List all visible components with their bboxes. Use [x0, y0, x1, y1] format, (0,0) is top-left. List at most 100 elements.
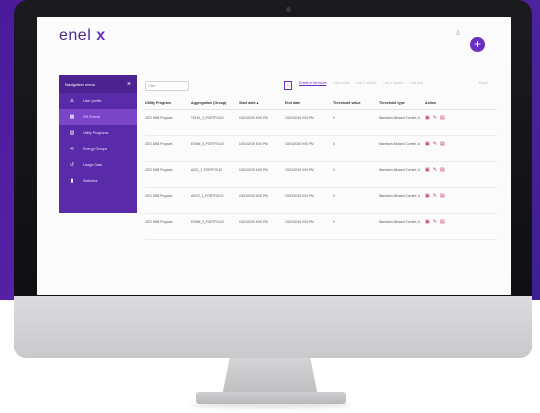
calendar-picker-icon[interactable]: ▢	[284, 81, 292, 90]
date-filters: Events in the future Last month Last 3 m…	[299, 81, 423, 85]
filter-last-month[interactable]: Last month	[333, 81, 349, 85]
cell-end: 10/24/2019 9:00 PM	[285, 194, 314, 198]
details-icon[interactable]: ▣	[425, 116, 430, 121]
cell-aggregation: TOHO_3_PORTFOLIO	[191, 116, 224, 120]
col-threshold-value[interactable]: Threshold value	[333, 101, 379, 105]
edit-icon[interactable]: ✎	[433, 194, 437, 199]
share-icon: ⋖	[69, 146, 75, 152]
cell-aggregation: ASVO_1_PORTFOLIO	[191, 194, 224, 198]
nav-title: Navigation menu	[65, 81, 96, 87]
account-icon[interactable]: ♙	[455, 29, 461, 37]
nav-header: Navigation menu ×	[59, 75, 137, 93]
cell-program: CEO 5/6B Program	[145, 142, 173, 146]
cell-program: CEO 5/6B Program	[145, 194, 173, 198]
col-aggregation[interactable]: Aggregation (Group)	[191, 101, 239, 105]
table-row[interactable]: CEO 5/6B Program TOHO_3_PORTFOLIO 10/24/…	[145, 110, 497, 136]
enel-x-logo: enel x	[59, 27, 106, 44]
cell-start: 10/24/2019 5:00 PM	[239, 168, 268, 172]
cell-end: 10/24/2019 9:00 PM	[285, 116, 314, 120]
sidebar-item-label: Energy Groups	[83, 147, 108, 151]
cell-aggregation: EIVAN_3_PORTFOLIO	[191, 142, 225, 146]
sidebar-item-dr-events[interactable]: ▦ DR Events	[59, 109, 137, 125]
navigation-menu: Navigation menu × ♙ User profile ▦ DR Ev…	[59, 75, 137, 213]
filter-last-year[interactable]: Last year	[410, 81, 423, 85]
table-row[interactable]: CEO 5/6B Program EIVAN_3_PORTFOLIO 10/24…	[145, 136, 497, 162]
sidebar-item-usage-data[interactable]: ↺ Usage Data	[59, 157, 137, 173]
filter-last-6-months[interactable]: Last 6 months	[383, 81, 403, 85]
row-actions: ▣ ✎ ▤	[425, 116, 465, 121]
add-event-button[interactable]: +	[470, 37, 485, 52]
sidebar-item-statistics[interactable]: ▮ Statistics	[59, 173, 137, 189]
details-icon[interactable]: ▣	[425, 194, 430, 199]
edit-icon[interactable]: ✎	[433, 168, 437, 173]
details-icon[interactable]: ▣	[425, 142, 430, 147]
cell-start: 10/24/2019 5:00 PM	[239, 220, 268, 224]
col-end-date[interactable]: End date	[285, 101, 333, 105]
cell-threshold-value: 0	[333, 142, 335, 146]
cell-threshold-value: 0	[333, 194, 335, 198]
col-action: Action	[425, 101, 437, 105]
col-utility-program[interactable]: Utility Program	[145, 101, 191, 105]
stats-icon: ▮	[70, 178, 74, 184]
table-header: Utility Program Aggregation (Group) Star…	[145, 97, 497, 110]
delete-icon[interactable]: ▤	[440, 220, 445, 225]
cell-threshold-type: Maximum Allowed Current, A	[379, 116, 420, 120]
filter-input[interactable]: Filter	[145, 81, 189, 91]
cell-threshold-value: 0	[333, 116, 335, 120]
sidebar-item-label: Statistics	[83, 179, 98, 183]
sidebar-item-user-profile[interactable]: ♙ User profile	[59, 93, 137, 109]
events-table: Utility Program Aggregation (Group) Star…	[145, 97, 497, 240]
cell-threshold-type: Maximum Allowed Current, A	[379, 220, 420, 224]
export-button[interactable]: Export	[479, 81, 488, 85]
cell-start: 10/24/2019 5:00 PM	[239, 142, 268, 146]
history-icon: ↺	[69, 162, 75, 168]
delete-icon[interactable]: ▤	[440, 142, 445, 147]
sidebar-item-label: Utility Programs	[83, 131, 109, 135]
cell-program: CEO 5/6B Program	[145, 168, 173, 172]
delete-icon[interactable]: ▤	[440, 194, 445, 199]
details-icon[interactable]: ▣	[425, 168, 430, 173]
row-actions: ▣ ✎ ▤	[425, 194, 465, 199]
cell-threshold-value: 0	[333, 220, 335, 224]
table-row[interactable]: CEO 5/6B Program ASVO_1_PORTFOLIO 10/24/…	[145, 188, 497, 214]
cell-aggregation: AZIO_1_PORTFOLIO	[191, 168, 223, 172]
cell-aggregation: EIVAN_3_PORTFOLIO	[191, 220, 225, 224]
sidebar-item-label: DR Events	[83, 115, 101, 119]
cell-program: CEO 5/6B Program	[145, 116, 173, 120]
cell-program: CEO 5/6B Program	[145, 220, 173, 224]
calendar-icon: ▦	[69, 114, 75, 120]
filter-future[interactable]: Events in the future	[299, 81, 326, 85]
cell-threshold-value: 0	[333, 168, 335, 172]
monitor-chin	[14, 296, 532, 358]
delete-icon[interactable]: ▤	[440, 116, 445, 121]
row-actions: ▣ ✎ ▤	[425, 220, 465, 225]
row-actions: ▣ ✎ ▤	[425, 168, 465, 173]
cell-start: 10/24/2019 5:00 PM	[239, 116, 268, 120]
cell-end: 10/24/2019 9:00 PM	[285, 220, 314, 224]
cell-end: 10/24/2019 9:00 PM	[285, 142, 314, 146]
cell-threshold-type: Maximum Allowed Current, A	[379, 142, 420, 146]
cell-threshold-type: Maximum Allowed Current, A	[379, 194, 420, 198]
sidebar-item-energy-groups[interactable]: ⋖ Energy Groups	[59, 141, 137, 157]
cell-start: 10/24/2019 5:00 PM	[239, 194, 268, 198]
cell-end: 10/24/2019 9:00 PM	[285, 168, 314, 172]
nav-close-icon[interactable]: ×	[127, 81, 131, 88]
details-icon[interactable]: ▣	[425, 220, 430, 225]
building-icon: ▥	[69, 130, 75, 136]
edit-icon[interactable]: ✎	[433, 142, 437, 147]
edit-icon[interactable]: ✎	[433, 116, 437, 121]
cell-threshold-type: Maximum Allowed Current, A	[379, 168, 420, 172]
user-icon: ♙	[69, 98, 75, 104]
col-threshold-type[interactable]: Threshold type	[379, 101, 425, 105]
filter-last-3-months[interactable]: Last 3 months	[356, 81, 376, 85]
row-actions: ▣ ✎ ▤	[425, 142, 465, 147]
table-row[interactable]: CEO 5/6B Program EIVAN_3_PORTFOLIO 10/24…	[145, 214, 497, 240]
monitor-stand-foot	[196, 392, 346, 404]
edit-icon[interactable]: ✎	[433, 220, 437, 225]
app-screen: enel x ♙ + Navigation menu × ♙ User prof…	[37, 17, 511, 295]
col-start-date[interactable]: Start date ▴	[239, 101, 285, 105]
monitor-stand-neck	[222, 358, 318, 396]
sidebar-item-utility-programs[interactable]: ▥ Utility Programs	[59, 125, 137, 141]
table-row[interactable]: CEO 5/6B Program AZIO_1_PORTFOLIO 10/24/…	[145, 162, 497, 188]
delete-icon[interactable]: ▤	[440, 168, 445, 173]
